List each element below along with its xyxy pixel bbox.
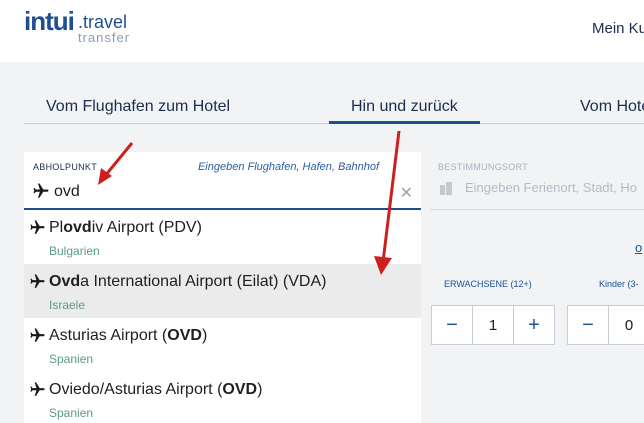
adults-plus-button[interactable]: +: [514, 306, 554, 344]
tab-round-trip[interactable]: Hin und zurück: [351, 98, 458, 116]
adults-value: 1: [472, 306, 514, 344]
suggestion-country: Spanien: [49, 352, 94, 366]
active-tab-indicator: [329, 121, 480, 124]
children-label: Kinder (3-: [599, 279, 639, 289]
pickup-field: ABHOLPUNKT Eingeben Flughafen, Hafen, Ba…: [24, 152, 421, 210]
suggestion-item[interactable]: Ovda International Airport (Eilat) (VDA)…: [24, 264, 421, 318]
children-stepper: − 0: [567, 305, 644, 345]
tab-hotel-to-airport[interactable]: Vom Hote: [580, 98, 644, 116]
children-value: 0: [608, 306, 644, 344]
destination-label: BESTIMMUNGSORT: [438, 162, 529, 172]
suggestion-name: Ovda International Airport (Eilat) (VDA): [49, 273, 327, 290]
suggestion-name: Oviedo/Asturias Airport (OVD): [49, 381, 263, 398]
header: intui .travel transfer Mein Ku: [0, 0, 644, 62]
plane-icon: [30, 220, 45, 234]
suggestion-name: Asturias Airport (OVD): [49, 327, 208, 344]
close-icon[interactable]: ✕: [400, 183, 413, 203]
plane-icon: [30, 328, 45, 342]
plane-icon: [30, 382, 45, 396]
suggestion-country: Bulgarien: [49, 244, 100, 258]
logo-intui: intui: [24, 6, 75, 36]
building-icon: [440, 182, 452, 195]
pickup-label: ABHOLPUNKT: [33, 162, 98, 172]
pickup-hint: Eingeben Flughafen, Hafen, Bahnhof: [197, 161, 379, 173]
suggestion-item[interactable]: Asturias Airport (OVD) Spanien: [24, 318, 421, 372]
plane-icon: [30, 274, 45, 288]
adults-label: ERWACHSENE (12+): [444, 279, 532, 289]
account-link[interactable]: Mein Ku: [592, 20, 644, 37]
suggestion-name: Plovdiv Airport (PDV): [49, 219, 202, 236]
destination-placeholder: Eingeben Ferienort, Stadt, Ho: [465, 180, 637, 195]
logo-transfer: transfer: [78, 30, 131, 45]
suggestion-dropdown: Plovdiv Airport (PDV) Bulgarien Ovda Int…: [24, 210, 421, 423]
children-minus-button[interactable]: −: [568, 306, 608, 344]
adults-minus-button[interactable]: −: [432, 306, 472, 344]
suggestion-country: Israele: [49, 298, 86, 312]
tab-airport-to-hotel[interactable]: Vom Flughafen zum Hotel: [46, 98, 230, 116]
pickup-input[interactable]: [54, 183, 374, 201]
suggestion-item[interactable]: Oviedo/Asturias Airport (OVD) Spanien: [24, 372, 421, 423]
suggestion-country: Spanien: [49, 406, 94, 420]
trip-type-tabs: Vom Flughafen zum Hotel Hin und zurück V…: [24, 88, 644, 124]
plane-icon: [33, 183, 49, 198]
options-link[interactable]: o: [635, 240, 642, 255]
destination-field[interactable]: BESTIMMUNGSORT Eingeben Ferienort, Stadt…: [430, 152, 644, 210]
adults-stepper: − 1 +: [431, 305, 555, 345]
suggestion-item[interactable]: Plovdiv Airport (PDV) Bulgarien: [24, 210, 421, 264]
